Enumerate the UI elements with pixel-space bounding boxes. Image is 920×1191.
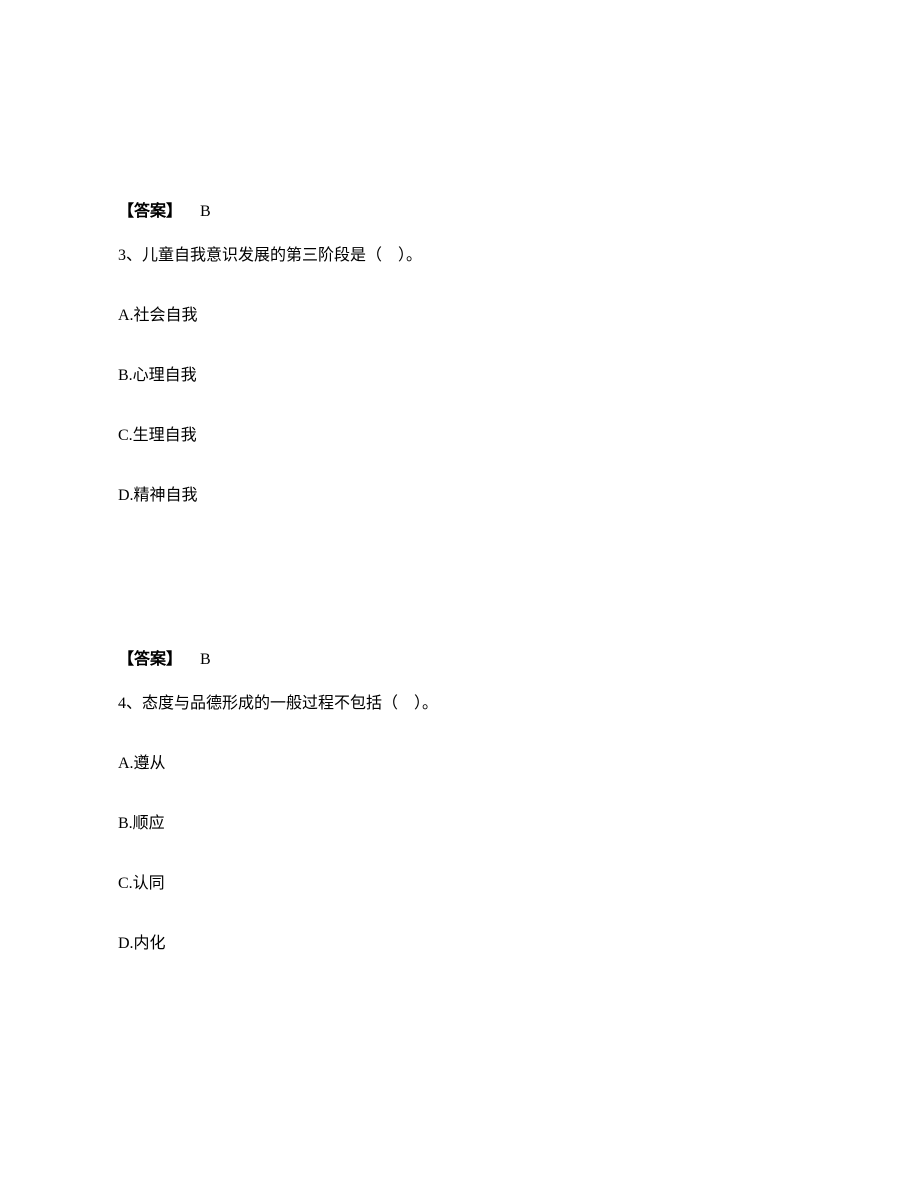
answer-value: B — [200, 203, 211, 220]
answer-label: 【答案】 — [118, 651, 182, 668]
option-4-b: B.顺应 — [118, 812, 802, 836]
answer-line-4: 【答案】 B — [118, 648, 802, 672]
option-3-d: D.精神自我 — [118, 484, 802, 508]
option-3-a: A.社会自我 — [118, 304, 802, 328]
question-text-3: 3、儿童自我意识发展的第三阶段是（ ）。 — [118, 244, 802, 268]
option-4-a: A.遵从 — [118, 752, 802, 776]
option-4-d: D.内化 — [118, 932, 802, 956]
option-3-c: C.生理自我 — [118, 424, 802, 448]
answer-label: 【答案】 — [118, 203, 182, 220]
option-4-c: C.认同 — [118, 872, 802, 896]
answer-line-3: 【答案】 B — [118, 200, 802, 224]
answer-value: B — [200, 651, 211, 668]
question-block-3: 【答案】 B 3、儿童自我意识发展的第三阶段是（ ）。 A.社会自我 B.心理自… — [118, 200, 802, 508]
question-text-4: 4、态度与品德形成的一般过程不包括（ ）。 — [118, 692, 802, 716]
question-block-4: 【答案】 B 4、态度与品德形成的一般过程不包括（ ）。 A.遵从 B.顺应 C… — [118, 648, 802, 956]
option-3-b: B.心理自我 — [118, 364, 802, 388]
